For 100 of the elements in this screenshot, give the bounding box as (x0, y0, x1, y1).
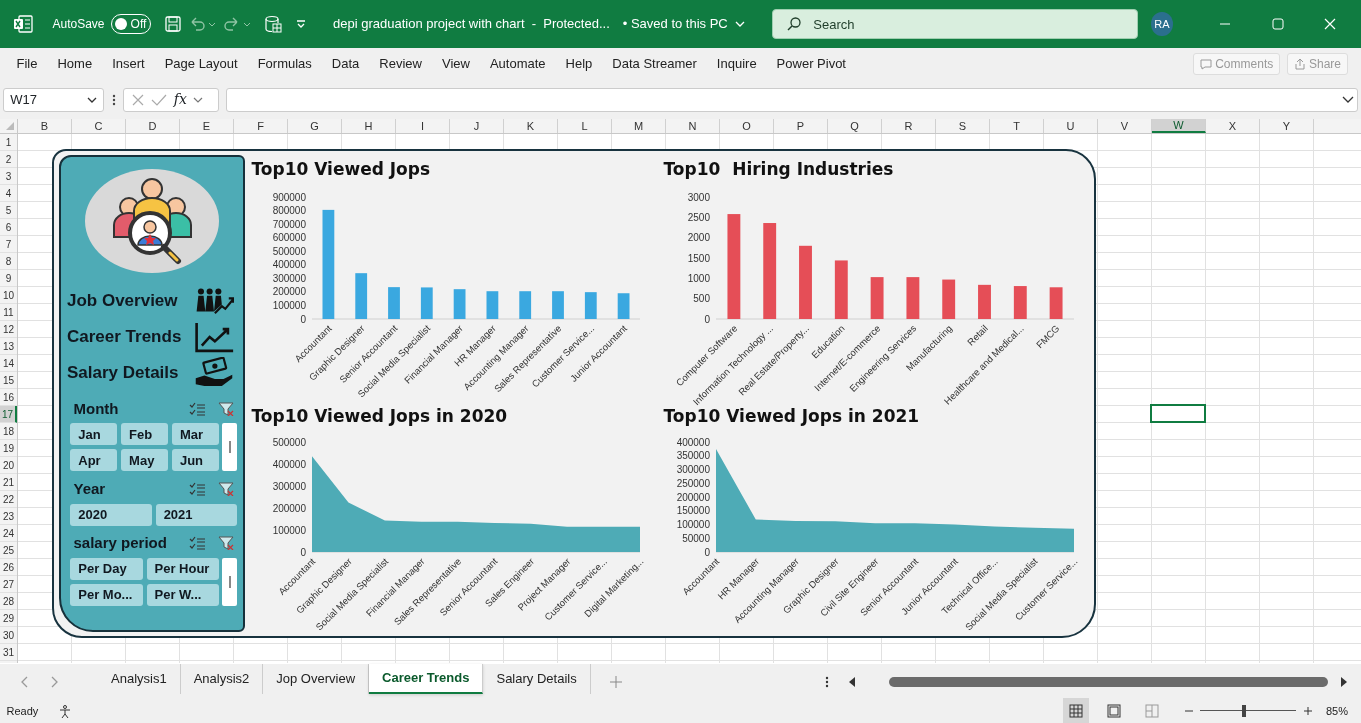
ribbon-tab[interactable]: Inquire (706, 54, 767, 74)
column-header[interactable]: L (558, 119, 612, 133)
row-header[interactable]: 24 (0, 525, 17, 542)
sheet-tab[interactable]: Career Trends (369, 664, 484, 694)
column-header[interactable]: P (774, 119, 828, 133)
ribbon-tab[interactable]: Formulas (247, 54, 322, 74)
ribbon-tab[interactable]: Data Streamer (602, 54, 707, 74)
zoom-slider-thumb[interactable] (1241, 705, 1246, 717)
ribbon-tab[interactable]: File (6, 54, 48, 74)
column-header[interactable]: D (126, 119, 180, 133)
column-header[interactable]: Q (828, 119, 882, 133)
slicer-item[interactable]: Feb (121, 423, 168, 446)
save-icon[interactable] (164, 15, 182, 33)
row-header[interactable]: 15 (0, 372, 17, 389)
zoom-in-icon[interactable] (1302, 706, 1313, 716)
clear-filter-icon[interactable] (217, 536, 234, 551)
row-header[interactable]: 3 (0, 168, 17, 185)
column-header[interactable]: W (1152, 119, 1206, 133)
redo-icon[interactable] (223, 15, 251, 33)
row-header[interactable]: 25 (0, 542, 17, 559)
row-header[interactable]: 20 (0, 457, 17, 474)
column-header[interactable]: M (612, 119, 666, 133)
row-header[interactable]: 5 (0, 202, 17, 219)
column-header[interactable]: U (1044, 119, 1098, 133)
row-header[interactable]: 9 (0, 270, 17, 287)
column-header[interactable]: Y (1260, 119, 1314, 133)
column-header[interactable]: F (234, 119, 288, 133)
row-header[interactable]: 26 (0, 559, 17, 576)
formula-field[interactable] (225, 87, 1358, 112)
ribbon-tab[interactable]: Review (369, 54, 432, 74)
row-header[interactable]: 12 (0, 321, 17, 338)
insert-function-button[interactable]: fx (173, 89, 187, 110)
row-header[interactable]: 8 (0, 253, 17, 270)
horizontal-scrollbar[interactable] (848, 676, 1348, 687)
enter-check-icon[interactable] (151, 92, 168, 107)
more-options-icon[interactable] (824, 674, 829, 689)
column-header[interactable]: S (936, 119, 990, 133)
slicer-scrollbar[interactable] (222, 423, 237, 472)
slicer-item[interactable]: Mar (171, 423, 219, 446)
nav-link[interactable]: Job Overview (67, 288, 178, 314)
column-header[interactable]: G (288, 119, 342, 133)
sheet-tab[interactable]: Salary Details (483, 664, 591, 694)
row-header[interactable]: 28 (0, 593, 17, 610)
slicer-item[interactable]: Jan (70, 423, 118, 446)
row-header[interactable]: 30 (0, 627, 17, 644)
user-avatar[interactable]: RA (1151, 12, 1173, 36)
row-header[interactable]: 11 (0, 304, 17, 321)
slicer-item[interactable]: Per W... (146, 583, 219, 606)
column-header[interactable]: O (720, 119, 774, 133)
row-header[interactable]: 27 (0, 576, 17, 593)
next-sheet-icon[interactable] (49, 675, 59, 688)
row-header[interactable]: 7 (0, 236, 17, 253)
multi-select-icon[interactable] (188, 401, 205, 416)
scroll-right-icon[interactable] (1340, 676, 1348, 687)
slicer-item[interactable]: Per Day (70, 557, 143, 580)
clear-filter-icon[interactable] (217, 401, 234, 416)
slicer-item[interactable]: 2020 (70, 503, 152, 526)
close-icon[interactable] (1322, 16, 1338, 32)
row-header[interactable]: 1 (0, 134, 17, 151)
scroll-left-icon[interactable] (848, 676, 856, 687)
slicer-item[interactable]: Per Mo... (70, 583, 143, 606)
column-header[interactable]: R (882, 119, 936, 133)
slicer-scrollbar[interactable] (222, 557, 237, 606)
row-header[interactable]: 22 (0, 491, 17, 508)
name-box[interactable]: W17 (3, 87, 105, 112)
column-header[interactable]: I (396, 119, 450, 133)
nav-link[interactable]: Career Trends (67, 324, 182, 350)
row-header[interactable]: 14 (0, 355, 17, 372)
column-header[interactable]: E (180, 119, 234, 133)
zoom-slider[interactable] (1200, 705, 1297, 717)
row-header[interactable]: 10 (0, 287, 17, 304)
sheet-tab[interactable]: Analysis2 (180, 664, 264, 694)
search-field[interactable]: Search (772, 9, 1139, 39)
row-header[interactable]: 19 (0, 440, 17, 457)
customize-caret-icon[interactable] (295, 18, 307, 30)
more-icon[interactable] (110, 92, 117, 107)
selected-cell[interactable] (1150, 404, 1206, 423)
ribbon-tab[interactable]: Automate (479, 54, 556, 74)
maximize-icon[interactable] (1269, 16, 1286, 32)
row-header[interactable]: 21 (0, 474, 17, 491)
row-header[interactable]: 23 (0, 508, 17, 525)
column-header[interactable]: B (18, 119, 72, 133)
slicer-item[interactable]: 2021 (155, 503, 237, 526)
database-form-icon[interactable] (264, 15, 282, 33)
column-header[interactable]: J (450, 119, 504, 133)
row-header[interactable]: 17 (0, 406, 17, 423)
column-header[interactable]: T (990, 119, 1044, 133)
row-header[interactable]: 13 (0, 338, 17, 355)
accessibility-icon[interactable] (57, 704, 72, 718)
row-header[interactable]: 18 (0, 423, 17, 440)
column-header[interactable]: K (504, 119, 558, 133)
ribbon-tab[interactable]: Home (47, 54, 103, 74)
slicer-item[interactable]: Apr (70, 449, 118, 472)
slicer-item[interactable]: Jun (171, 449, 219, 472)
column-header[interactable]: N (666, 119, 720, 133)
column-header[interactable]: X (1206, 119, 1260, 133)
ribbon-tab[interactable]: Page Layout (154, 54, 248, 74)
ribbon-tab[interactable]: Help (555, 54, 603, 74)
column-header[interactable]: C (72, 119, 126, 133)
sheet-tab[interactable]: Analysis1 (98, 664, 181, 694)
